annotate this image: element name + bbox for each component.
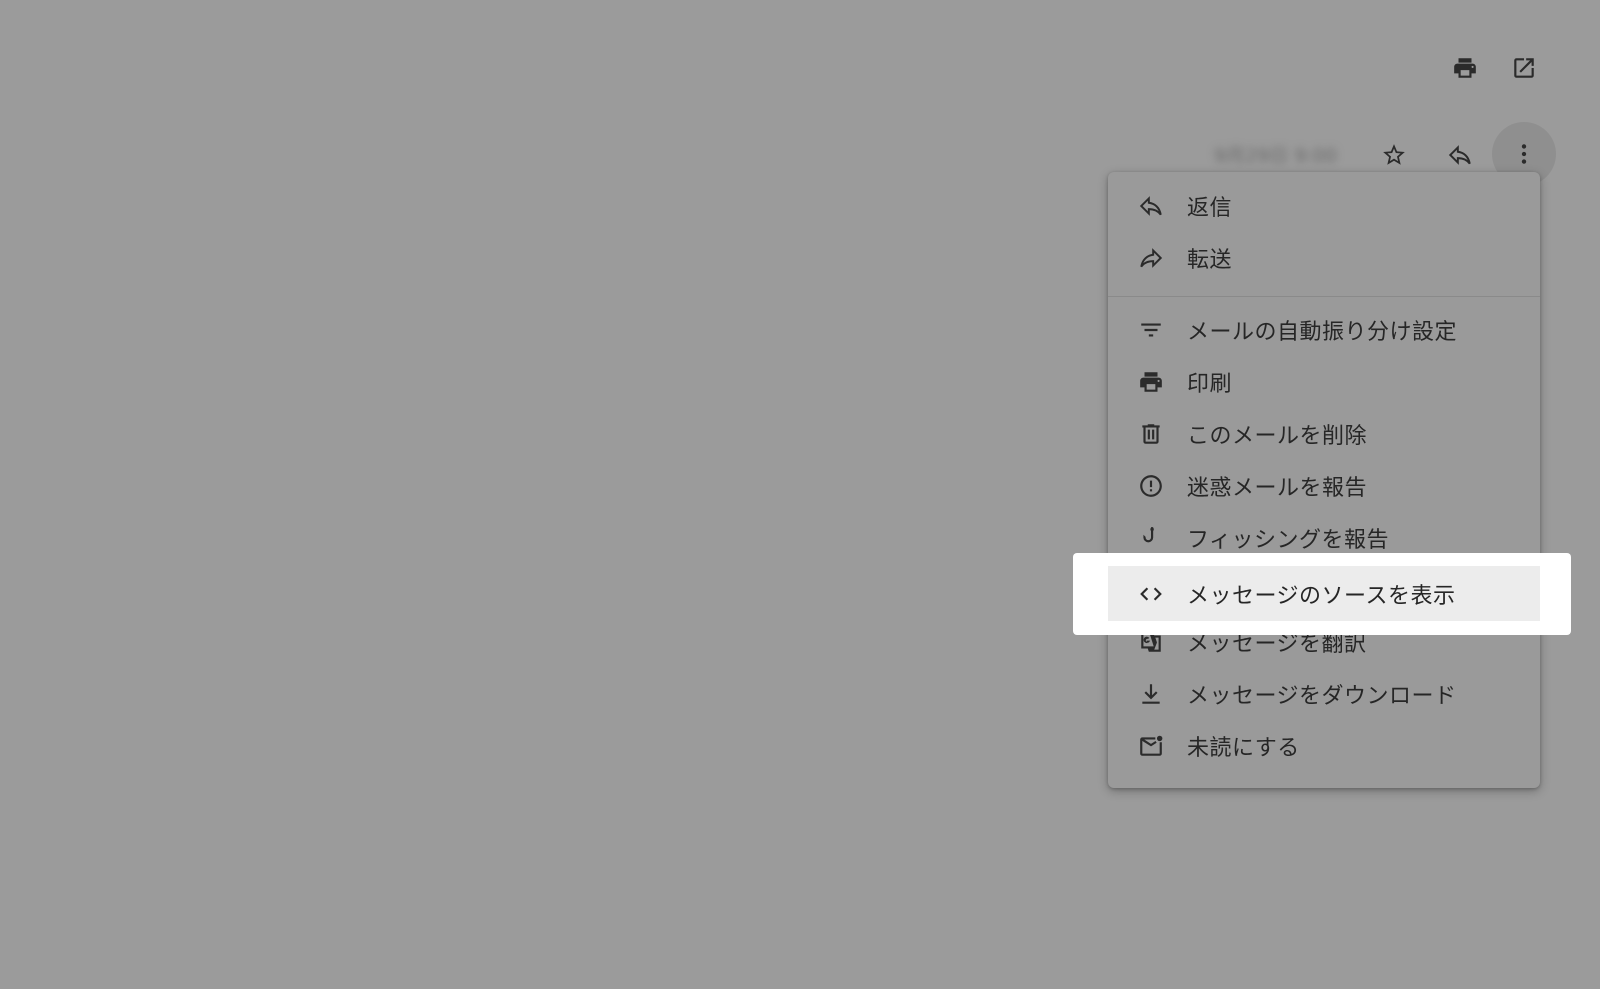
trash-icon	[1136, 419, 1166, 449]
menu-item-label: このメールを削除	[1187, 424, 1368, 449]
mark-unread-icon	[1136, 731, 1166, 761]
print-icon	[1454, 58, 1476, 78]
menu-item-label: 迷惑メールを報告	[1187, 476, 1368, 501]
phishing-hook-icon	[1136, 523, 1166, 553]
menu-item-delete[interactable]: このメールを削除	[1108, 408, 1540, 460]
menu-item-mark-unread[interactable]: 未読にする	[1108, 720, 1540, 772]
open-in-new-window-icon	[1514, 58, 1534, 78]
filter-icon	[1136, 315, 1166, 345]
menu-item-label: メールの自動振り分け設定	[1187, 320, 1458, 345]
menu-item-filter[interactable]: メールの自動振り分け設定	[1108, 304, 1540, 356]
star-icon	[1383, 144, 1405, 165]
menu-item-print[interactable]: 印刷	[1108, 356, 1540, 408]
menu-item-label: メッセージをダウンロード	[1187, 684, 1457, 709]
forward-icon	[1136, 243, 1166, 273]
spam-icon	[1136, 471, 1166, 501]
open-in-new-window-button[interactable]	[1504, 48, 1544, 88]
star-button[interactable]	[1374, 135, 1414, 175]
reply-icon	[1448, 145, 1471, 165]
email-view: 9月29日 9:00 返信 転送 メールの自動振り分け設定 印刷 このメールを削…	[0, 0, 1600, 989]
menu-divider	[1108, 296, 1540, 297]
print-all-button[interactable]	[1445, 48, 1485, 88]
download-icon	[1136, 679, 1166, 709]
menu-item-forward[interactable]: 転送	[1108, 232, 1540, 284]
print-icon	[1136, 367, 1166, 397]
menu-item-label: 返信	[1187, 196, 1233, 221]
code-icon	[1136, 579, 1166, 609]
menu-item-view-source[interactable]: メッセージのソースを表示	[1108, 566, 1540, 621]
reply-button[interactable]	[1440, 135, 1480, 175]
more-options-menu: 返信 転送 メールの自動振り分け設定 印刷 このメールを削除 迷惑メールを報告 …	[1108, 172, 1540, 788]
menu-item-label: フィッシングを報告	[1187, 528, 1390, 553]
menu-item-label: 印刷	[1187, 372, 1233, 397]
menu-item-download[interactable]: メッセージをダウンロード	[1108, 668, 1540, 720]
message-date: 9月29日 9:00	[1214, 145, 1337, 167]
more-vertical-icon	[1521, 144, 1527, 164]
menu-item-report-spam[interactable]: 迷惑メールを報告	[1108, 460, 1540, 512]
menu-item-label: 未読にする	[1187, 736, 1300, 761]
menu-item-label: 転送	[1187, 248, 1233, 273]
menu-item-label: メッセージのソースを表示	[1187, 583, 1456, 609]
menu-item-reply[interactable]: 返信	[1108, 180, 1540, 232]
reply-icon	[1136, 191, 1166, 221]
